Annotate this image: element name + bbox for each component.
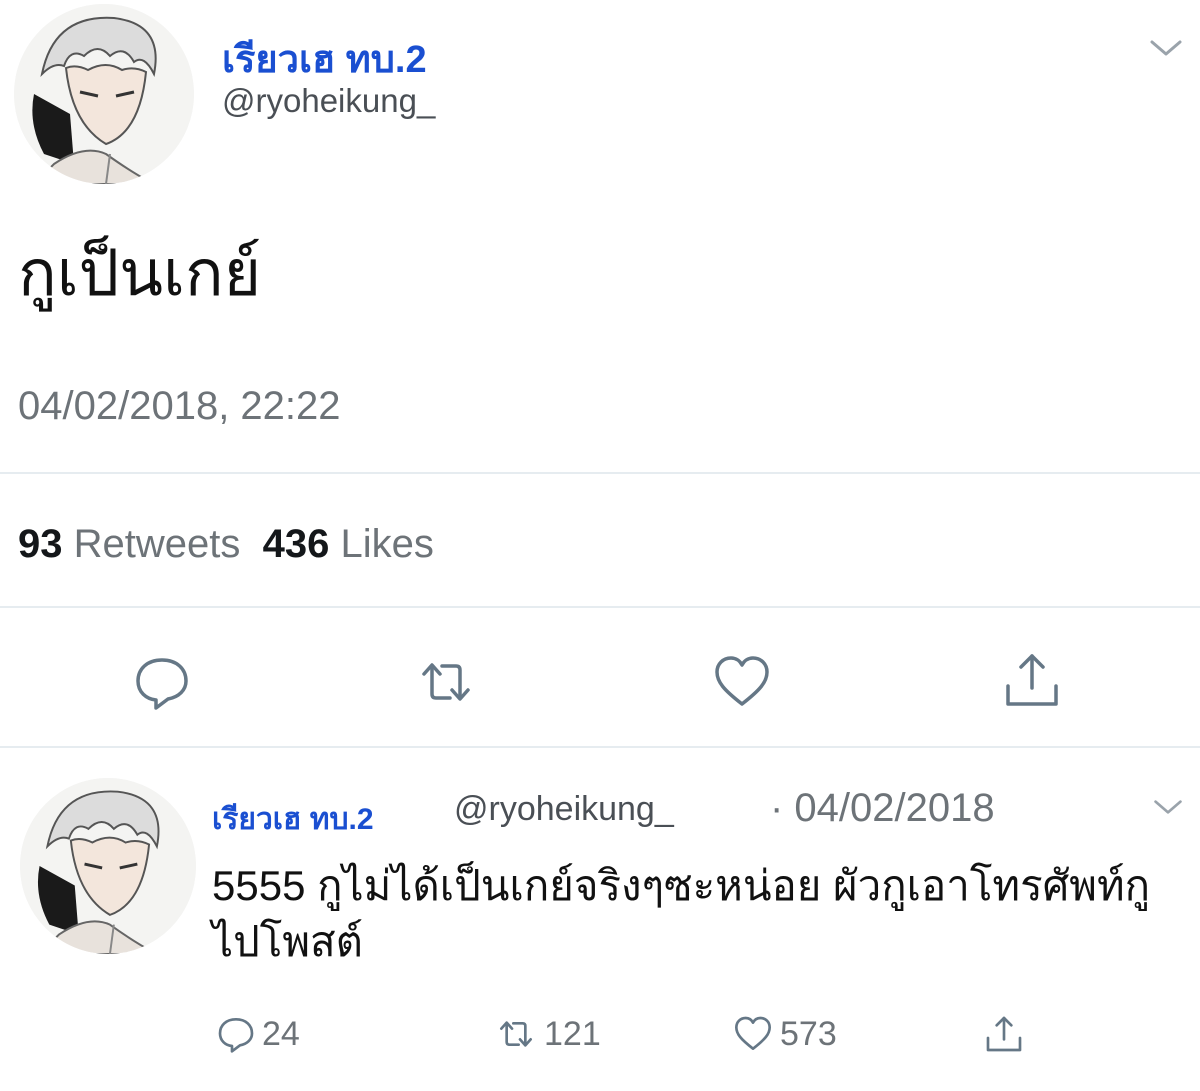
reply-date[interactable]: · 04/02/2018: [770, 786, 995, 831]
reply-retweet-count: 121: [544, 1014, 601, 1053]
user-handle[interactable]: @ryoheikung_: [222, 82, 435, 120]
display-name[interactable]: เรียวเฮ ทบ.2: [222, 28, 427, 89]
chevron-down-icon[interactable]: [1152, 796, 1184, 823]
retweet-icon: [500, 1021, 532, 1047]
share-button[interactable]: [1002, 650, 1062, 710]
reply-like-button[interactable]: 573: [732, 1012, 837, 1056]
reply-avatar[interactable]: [20, 778, 196, 954]
share-icon: [986, 1016, 1022, 1052]
reply-icon: [136, 658, 188, 710]
reply-text: 5555 กูไม่ได้เป็นเกย์จริงๆซะหน่อย ผัวกูเ…: [212, 862, 1151, 965]
reply-button[interactable]: [132, 652, 192, 712]
share-icon: [1006, 654, 1058, 706]
divider: [0, 472, 1200, 474]
like-icon: [715, 656, 769, 706]
tweet-timestamp[interactable]: 04/02/2018, 22:22: [18, 384, 341, 429]
chevron-down-icon[interactable]: [1148, 36, 1184, 65]
reply-reply-button[interactable]: 24: [216, 1012, 300, 1056]
retweet-count[interactable]: 93: [18, 522, 63, 566]
avatar[interactable]: [14, 4, 194, 184]
like-button[interactable]: [712, 652, 772, 712]
reply-display-name[interactable]: เรียวเฮ ทบ.2: [212, 796, 374, 843]
reply-retweet-button[interactable]: 121: [494, 1012, 601, 1056]
retweet-button[interactable]: [416, 652, 476, 712]
retweet-icon: [422, 663, 470, 701]
reply-like-count: 573: [780, 1014, 837, 1053]
divider: [0, 746, 1200, 748]
tweet-stats: 93 Retweets 436 Likes: [18, 522, 434, 567]
tweet-text: กูเป็นเกย์: [18, 237, 262, 309]
reply-count: 24: [262, 1014, 300, 1053]
reply-share-button[interactable]: [984, 1012, 1024, 1056]
like-label[interactable]: Likes: [340, 522, 433, 566]
divider: [0, 606, 1200, 608]
reply-user-handle[interactable]: @ryoheikung_: [454, 790, 674, 829]
like-icon: [735, 1016, 771, 1050]
reply-icon: [218, 1018, 254, 1053]
like-count[interactable]: 436: [263, 522, 330, 566]
retweet-label[interactable]: Retweets: [74, 522, 241, 566]
